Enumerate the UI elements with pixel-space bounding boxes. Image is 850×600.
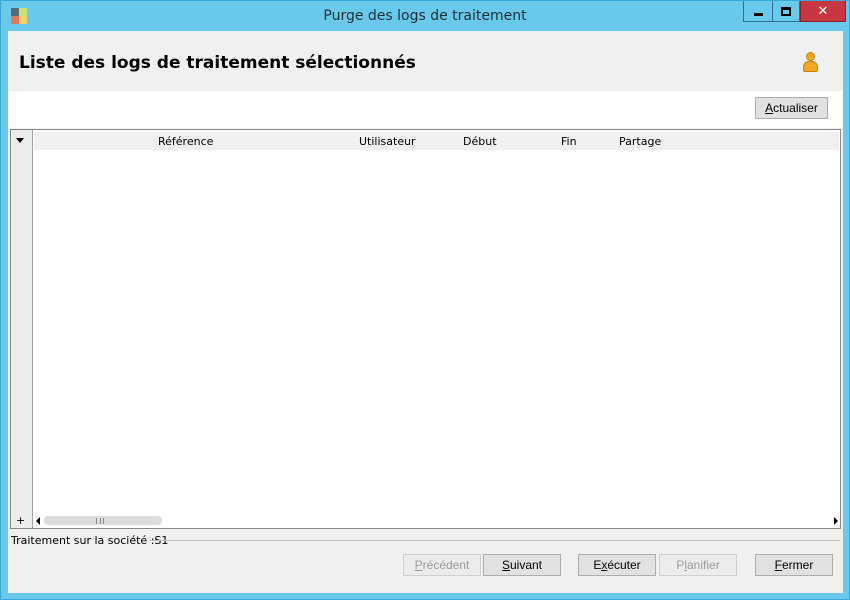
maximize-button[interactable]: [772, 1, 800, 22]
client-area: Liste des logs de traitement sélectionné…: [8, 31, 843, 593]
next-mnemonic: S: [501, 558, 510, 572]
refresh-mnemonic: A: [765, 101, 774, 115]
row-gutter: +: [11, 130, 33, 528]
next-button[interactable]: Suivant: [483, 554, 561, 576]
execute-button[interactable]: Ex écuter: [578, 554, 656, 576]
close-icon: ✕: [817, 3, 829, 19]
next-label: uivant: [509, 558, 543, 572]
column-header-start[interactable]: Début: [463, 135, 497, 148]
app-window: Purge des logs de traitement ✕ Liste des…: [0, 0, 850, 600]
previous-mnemonic: P: [414, 558, 423, 572]
page-header: Liste des logs de traitement sélectionné…: [8, 31, 843, 91]
user-icon[interactable]: [802, 52, 818, 74]
close-label: ermer: [782, 558, 814, 572]
schedule-button[interactable]: Pl anifier: [659, 554, 737, 576]
logs-grid[interactable]: + Référence Utilisateur Début Fin Partag…: [10, 129, 841, 529]
execute-label-end: écuter: [607, 558, 641, 572]
maximize-icon: [781, 6, 791, 16]
refresh-button[interactable]: Actualiser: [755, 97, 828, 119]
horizontal-scrollbar[interactable]: [34, 515, 840, 527]
schedule-label-start: P: [676, 558, 685, 572]
column-header-reference[interactable]: Référence: [158, 135, 213, 148]
minimize-icon: [753, 12, 763, 16]
scroll-left-icon[interactable]: [36, 517, 40, 525]
window-title: Purge des logs de traitement: [323, 8, 527, 24]
close-window-button[interactable]: ✕: [800, 1, 846, 22]
schedule-label-end: anifier: [687, 558, 720, 572]
title-bar[interactable]: Purge des logs de traitement ✕: [1, 1, 849, 31]
add-row-icon[interactable]: +: [16, 514, 25, 527]
execute-label-start: E: [593, 558, 602, 572]
close-mnemonic: F: [774, 558, 782, 572]
status-divider: [150, 540, 840, 541]
page-title: Liste des logs de traitement sélectionné…: [19, 53, 416, 73]
previous-label: récédent: [422, 558, 470, 572]
toolbar: Actualiser: [8, 91, 843, 128]
minimize-button[interactable]: [743, 1, 773, 22]
scroll-right-icon[interactable]: [834, 517, 838, 525]
column-header-user[interactable]: Utilisateur: [359, 135, 416, 148]
scroll-thumb[interactable]: [44, 516, 162, 525]
column-header-share[interactable]: Partage: [619, 135, 661, 148]
column-header-end[interactable]: Fin: [561, 135, 577, 148]
previous-button[interactable]: Précédent: [403, 554, 481, 576]
column-header-row: Référence Utilisateur Début Fin Partage: [34, 132, 839, 150]
dropdown-arrow-icon[interactable]: [16, 138, 24, 143]
close-button[interactable]: Fermer: [755, 554, 833, 576]
status-text: Traitement sur la société :S1: [11, 534, 169, 547]
refresh-label: ctualiser: [773, 101, 818, 115]
